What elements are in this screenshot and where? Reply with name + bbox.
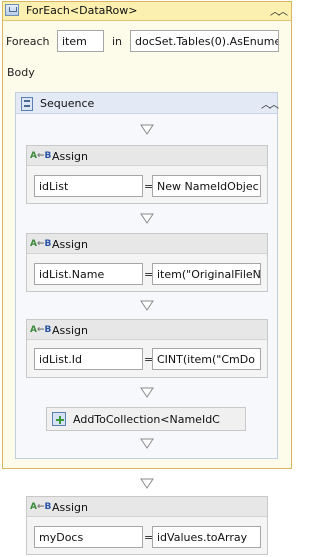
assign-ab-icon: A←B (30, 325, 52, 335)
foreach-item-field[interactable]: item (57, 30, 104, 52)
down-arrow-icon[interactable] (140, 213, 154, 225)
sequence-icon (21, 97, 33, 111)
assign-value-field[interactable]: item("OriginalFileN (152, 263, 261, 285)
assign-title: Assign (52, 150, 88, 163)
sequence-title: Sequence (40, 97, 95, 110)
assign-title: Assign (52, 238, 88, 251)
foreach-icon (5, 4, 19, 16)
assign-ab-icon: A←B (30, 151, 52, 161)
add-collection-icon (52, 412, 66, 426)
assign-title: Assign (52, 501, 88, 514)
assign-ab-icon: A←B (30, 239, 52, 249)
down-arrow-icon[interactable] (140, 124, 154, 136)
assign-value-field[interactable]: idValues.toArray (152, 526, 261, 548)
assign-value-field[interactable]: CINT(item("CmDo (152, 348, 261, 370)
assign-to-field[interactable]: myDocs (34, 526, 143, 548)
down-arrow-icon[interactable] (140, 300, 154, 312)
down-arrow-icon[interactable] (140, 387, 154, 399)
body-label: Body (7, 66, 35, 79)
assign-to-field[interactable]: idList (34, 175, 143, 197)
assign-value-field[interactable]: New NameIdObjec (152, 175, 261, 197)
assign-title: Assign (52, 324, 88, 337)
assign-ab-icon: A←B (30, 502, 52, 512)
assign-to-field[interactable]: idList.Id (34, 348, 143, 370)
double-chevron-up-icon[interactable]: ︿︿ (261, 96, 279, 111)
assign-to-field[interactable]: idList.Name (34, 263, 143, 285)
foreach-title: ForEach<DataRow> (26, 4, 138, 17)
down-arrow-icon[interactable] (140, 438, 154, 450)
foreach-collection-field[interactable]: docSet.Tables(0).AsEnume (130, 30, 279, 52)
foreach-label: Foreach (6, 35, 50, 48)
add-to-collection-title: AddToCollection<NameIdC (73, 413, 220, 426)
double-chevron-up-icon[interactable]: ︿︿ (270, 3, 288, 18)
down-arrow-icon[interactable] (140, 478, 154, 490)
in-label: in (112, 35, 123, 48)
